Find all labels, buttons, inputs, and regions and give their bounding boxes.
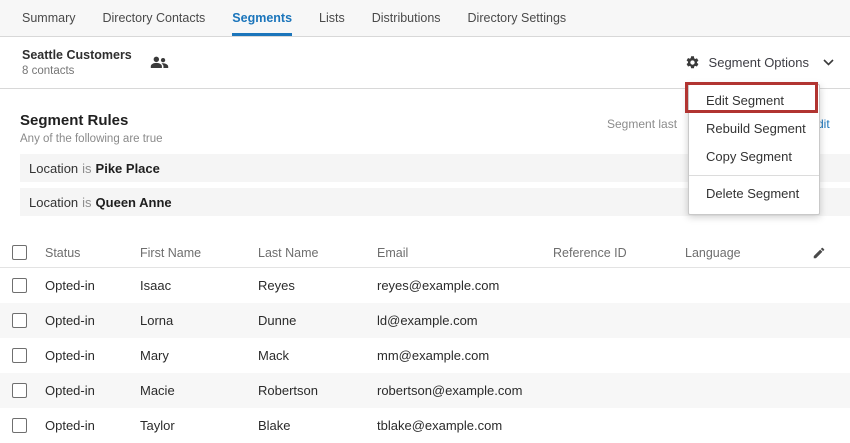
table-row: Opted-in Mary Mack mm@example.com (0, 338, 850, 373)
segment-options-menu: Edit Segment Rebuild Segment Copy Segment D… (688, 84, 820, 215)
menu-item-copy-segment[interactable]: Copy Segment (689, 143, 819, 171)
rule-operator: is (82, 194, 92, 210)
people-icon (150, 55, 169, 70)
segment-header: Seattle Customers 8 contacts Segment Opt… (0, 37, 850, 89)
menu-item-edit-segment[interactable]: Edit Segment (689, 87, 819, 115)
table-row: Opted-in Isaac Reyes reyes@example.com (0, 268, 850, 303)
cell-email: mm@example.com (377, 348, 490, 363)
tab-lists[interactable]: Lists (319, 0, 345, 36)
gear-icon (685, 55, 700, 70)
cell-status: Opted-in (45, 418, 95, 433)
table-header-row: Status First Name Last Name Email Reference … (0, 238, 850, 268)
cell-last-name: Blake (258, 418, 291, 433)
table-row: Opted-in Macie Robertson robertson@example.… (0, 373, 850, 408)
rule-value: Queen Anne (95, 194, 172, 210)
table-row: Opted-in Lorna Dunne ld@example.com (0, 303, 850, 338)
row-select-cell (0, 418, 45, 433)
cell-email: reyes@example.com (377, 278, 500, 293)
column-header-first-name: First Name (140, 245, 202, 260)
select-all-cell (0, 245, 45, 260)
cell-first-name: Taylor (140, 418, 175, 433)
menu-item-delete-segment[interactable]: Delete Segment (689, 180, 819, 208)
column-header-reference-id: Reference ID (553, 245, 627, 260)
row-select-cell (0, 313, 45, 328)
segment-options-button[interactable]: Segment Options (685, 55, 834, 70)
row-select-cell (0, 278, 45, 293)
directory-tab-bar: Summary Directory Contacts Segments Lists Di… (0, 0, 850, 37)
edit-columns-cell (800, 246, 850, 260)
cell-first-name: Macie (140, 383, 175, 398)
tab-directory-contacts[interactable]: Directory Contacts (102, 0, 205, 36)
menu-divider (689, 175, 819, 176)
cell-last-name: Mack (258, 348, 290, 363)
cell-first-name: Mary (140, 348, 169, 363)
contacts-table: Status First Name Last Name Email Reference … (0, 238, 850, 443)
chevron-down-icon (823, 59, 834, 66)
table-body: Opted-in Isaac Reyes reyes@example.com Opted… (0, 268, 850, 443)
rule-field: Location (29, 194, 79, 210)
column-header-status: Status (45, 245, 81, 260)
segment-last-refreshed-text: Segment last (607, 117, 678, 131)
column-header-last-name: Last Name (258, 245, 319, 260)
row-select-cell (0, 348, 45, 363)
segment-title: Seattle Customers (22, 47, 132, 62)
cell-last-name: Robertson (258, 383, 318, 398)
table-row: Opted-in Taylor Blake tblake@example.com (0, 408, 850, 443)
cell-last-name: Dunne (258, 313, 297, 328)
rule-value: Pike Place (95, 160, 160, 176)
rule-operator: is (82, 160, 92, 176)
column-header-language: Language (685, 245, 741, 260)
cell-status: Opted-in (45, 278, 95, 293)
row-checkbox[interactable] (12, 278, 27, 293)
select-all-checkbox[interactable] (12, 245, 27, 260)
tab-directory-settings[interactable]: Directory Settings (468, 0, 567, 36)
rule-field: Location (29, 160, 79, 176)
cell-email: ld@example.com (377, 313, 478, 328)
row-checkbox[interactable] (12, 313, 27, 328)
row-checkbox[interactable] (12, 348, 27, 363)
cell-email: robertson@example.com (377, 383, 523, 398)
menu-item-rebuild-segment[interactable]: Rebuild Segment (689, 115, 819, 143)
cell-first-name: Lorna (140, 313, 174, 328)
segment-title-block: Seattle Customers 8 contacts (22, 48, 132, 78)
cell-status: Opted-in (45, 348, 95, 363)
tab-distributions[interactable]: Distributions (372, 0, 441, 36)
contact-count: 8 contacts (22, 64, 75, 77)
cell-last-name: Reyes (258, 278, 295, 293)
row-select-cell (0, 383, 45, 398)
pencil-icon[interactable] (812, 246, 826, 260)
tab-summary[interactable]: Summary (22, 0, 75, 36)
row-checkbox[interactable] (12, 418, 27, 433)
cell-status: Opted-in (45, 313, 95, 328)
segment-options-label: Segment Options (708, 55, 809, 70)
cell-status: Opted-in (45, 383, 95, 398)
cell-first-name: Isaac (140, 278, 172, 293)
column-header-email: Email (377, 245, 409, 260)
row-checkbox[interactable] (12, 383, 27, 398)
cell-email: tblake@example.com (377, 418, 503, 433)
tab-segments[interactable]: Segments (232, 0, 293, 36)
